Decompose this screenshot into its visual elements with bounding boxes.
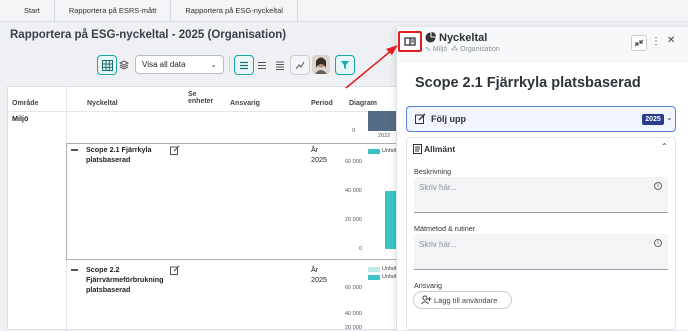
expanded-list-icon [276,61,284,70]
col-header-chart: Diagram [349,100,378,107]
chart-view-button[interactable] [290,55,310,75]
compact-list-icon [258,61,266,69]
avatar-image [312,55,330,74]
select-value: Visa all data [142,60,186,69]
add-user-label: Lägg till användare [434,296,498,305]
axis-label: 40 000 [345,188,362,194]
col-header-period: Period [311,100,333,107]
panel-title: Nyckeltal [439,32,488,44]
edit-icon [415,113,426,126]
follow-up-accordion[interactable]: Följ upp 2025 ⌄ [406,106,676,132]
chevron-down-icon: ⌄ [210,60,217,69]
placeholder: Skriv här... [419,240,457,249]
collapse-icon[interactable] [71,269,78,271]
axis-label: 20 000 [345,325,362,331]
collapse-icon[interactable] [71,149,78,151]
layers-button[interactable] [114,55,134,75]
year-badge: 2025 [642,114,664,125]
compact-list-button[interactable] [252,55,272,75]
edit-icon[interactable] [170,145,180,157]
follow-up-label: Följ upp [431,114,466,124]
axis-label: 60 000 [345,159,362,165]
minimize-icon [634,39,644,47]
legend-swatch [368,275,380,280]
section-title: Allmänt [424,144,456,154]
page-title: Rapportera på ESG-nyckeltal - 2025 (Orga… [10,29,287,41]
legend-swatch [368,149,380,154]
axis-label: 60 000 [345,285,362,291]
org-icon: ⁂ [451,46,459,53]
axis-label: 0 [359,246,363,252]
more-options-icon[interactable]: ⋮ [651,36,661,47]
layers-icon [119,60,129,70]
legend-label: Unfall [382,266,397,272]
avatar[interactable] [312,55,330,74]
expanded-list-button[interactable] [270,55,290,75]
kpi-detail-panel: Nyckeltal ∿ Miljö ⁂ Organisation ⋮ ✕ Sco… [396,27,688,330]
breadcrumb: ∿ Miljö ⁂ Organisation [425,46,500,53]
kpi-title: Scope 2.1 Fjärrkyla platsbaserad [415,75,641,91]
pie-chart-icon [425,32,436,45]
add-user-icon [421,295,432,307]
panel-toggle-icon [404,37,416,46]
info-icon[interactable]: i [654,182,662,190]
description-label: Beskrivning [414,167,452,176]
add-user-button[interactable]: Lägg till användare [413,291,512,309]
legend-label: Unfall [382,148,397,154]
col-header-see-units: Se enheter [188,91,214,105]
method-label: Mätmetod & rutiner [414,224,476,233]
chevron-down-icon: ⌄ [666,113,673,122]
leaf-icon: ∿ [425,46,431,53]
document-icon [413,144,422,156]
kpi-name[interactable]: Scope 2.2 Fjärrvärmeförbrukning platsbaser… [86,265,163,295]
edit-icon[interactable] [170,265,180,277]
area-cell: Miljö [12,114,29,123]
table-icon [101,59,113,71]
period-cell: År 2025 [311,265,327,284]
legend-swatch [368,267,380,272]
col-header-responsible: Ansvarig [230,100,260,107]
tab-esg[interactable]: Rapportera på ESG-nyckeltal [171,0,298,22]
legend-label: Unfall [382,274,397,280]
data-filter-select[interactable]: Visa all data ⌄ [135,55,224,74]
tab-esrs[interactable]: Rapportera på ESRS-mått [55,0,172,22]
col-header-kpi: Nyckeltal [87,100,118,107]
method-field[interactable]: Skriv här... i [414,234,668,270]
collapse-panel-button[interactable] [631,35,647,51]
line-chart-icon [295,61,305,69]
placeholder: Skriv här... [419,183,457,192]
list-view-button[interactable] [234,55,254,75]
col-header-area: Område [12,100,39,107]
description-field[interactable]: Skriv här... i [414,177,668,213]
close-icon[interactable]: ✕ [667,35,675,46]
axis-label: 20 000 [345,217,362,223]
responsible-label: Ansvarig [414,281,442,290]
tab-start[interactable]: Start [20,0,55,22]
kpi-table: Område Nyckeltal Se enheter Ansvarig Peri… [7,86,403,331]
info-icon[interactable]: i [654,239,662,247]
axis-label: 40 000 [345,311,362,317]
kpi-name[interactable]: Scope 2.1 Fjärrkyla platsbaserad [86,145,152,165]
top-tabs: Start Rapportera på ESRS-mått Rapportera… [0,0,688,22]
chevron-up-icon[interactable]: ⌃ [661,142,668,151]
axis-label: 0 [352,128,356,134]
list-icon [240,61,248,69]
period-cell: År 2025 [311,145,327,164]
divider [229,56,230,73]
annotation-arrow [345,45,398,89]
axis-label: 2022 [378,133,391,139]
